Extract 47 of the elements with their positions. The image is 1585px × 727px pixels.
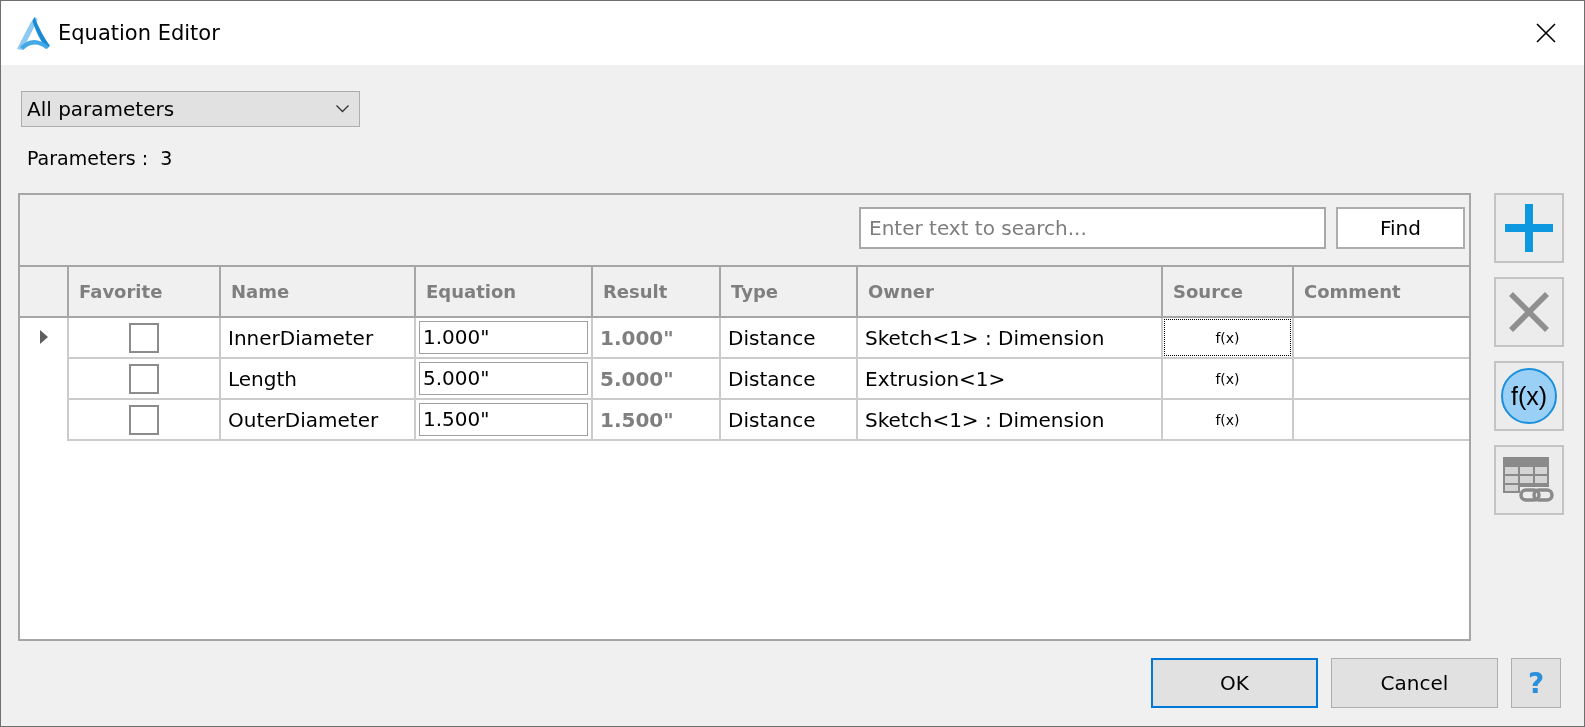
source-cell[interactable]: f(x)	[1162, 358, 1293, 399]
table-cell: Sketch<1> : Dimension	[857, 399, 1162, 440]
column-header[interactable]: Comment	[1293, 267, 1469, 317]
source-cell[interactable]: f(x)	[1162, 399, 1293, 440]
column-header[interactable]: Source	[1162, 267, 1293, 317]
source-cell[interactable]: f(x)	[1162, 317, 1293, 358]
column-header[interactable]: Owner	[857, 267, 1162, 317]
column-header[interactable]: Result	[592, 267, 720, 317]
find-button[interactable]: Find	[1336, 207, 1465, 249]
favorite-checkbox[interactable]	[129, 322, 159, 353]
favorite-checkbox[interactable]	[129, 404, 159, 435]
column-header[interactable]: Favorite	[68, 267, 220, 317]
column-header[interactable]: Name	[220, 267, 415, 317]
table-cell: 5.000"	[592, 358, 720, 399]
table-cell: InnerDiameter	[220, 317, 415, 358]
cross-icon	[1509, 292, 1549, 332]
table-cell: 1.000"	[592, 317, 720, 358]
app-logo-icon	[15, 14, 52, 52]
table-cell: Sketch<1> : Dimension	[857, 317, 1162, 358]
dialog-button[interactable]: Cancel	[1331, 658, 1498, 708]
table-link-icon	[1503, 457, 1555, 503]
close-icon	[1536, 23, 1556, 43]
window-title: Equation Editor	[58, 21, 220, 45]
function-button[interactable]: f(x)	[1494, 361, 1564, 431]
equation-field[interactable]: 5.000"	[419, 362, 588, 395]
parameter-count-label: Parameters :	[27, 147, 149, 169]
plus-icon	[1505, 204, 1553, 252]
search-field[interactable]: Enter text to search...	[859, 207, 1326, 249]
table-cell: Distance	[720, 399, 857, 440]
chevron-down-icon	[336, 105, 349, 113]
link-table-button[interactable]	[1494, 445, 1564, 515]
table-cell: Distance	[720, 317, 857, 358]
add-button[interactable]	[1494, 193, 1564, 263]
table-cell: OuterDiameter	[220, 399, 415, 440]
equation-field[interactable]: 1.500"	[419, 403, 588, 436]
equation-field[interactable]: 1.000"	[419, 321, 588, 354]
default-dialog-button[interactable]: OK	[1151, 658, 1318, 708]
table-cell: Distance	[720, 358, 857, 399]
table-cell: Length	[220, 358, 415, 399]
column-header[interactable]: Type	[720, 267, 857, 317]
parameter-filter-dropdown[interactable]: All parameters	[21, 91, 360, 127]
column-header[interactable]: Equation	[415, 267, 592, 317]
favorite-checkbox[interactable]	[129, 363, 159, 394]
delete-button[interactable]	[1494, 277, 1564, 347]
table-cell: Extrusion<1>	[857, 358, 1162, 399]
table-cell: 1.500"	[592, 399, 720, 440]
parameter-count-value: 3	[160, 147, 173, 169]
